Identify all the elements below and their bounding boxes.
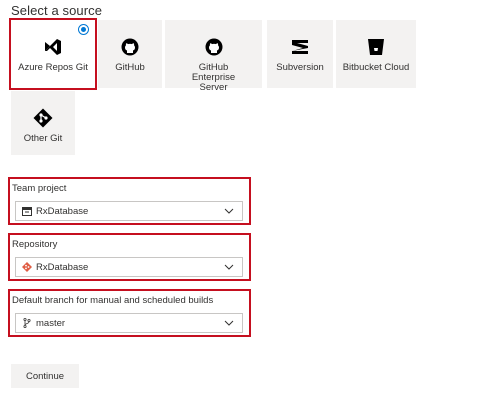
- source-tile-subversion[interactable]: Subversion: [267, 20, 333, 88]
- branch-icon: [22, 318, 32, 328]
- azure-repos-icon: [11, 37, 95, 57]
- git-repo-icon: [22, 262, 32, 272]
- source-tile-label: Azure Repos Git: [18, 62, 88, 73]
- chevron-down-icon: [224, 208, 234, 214]
- source-tile-label: Bitbucket Cloud: [342, 62, 410, 73]
- team-project-label: Team project: [12, 183, 67, 194]
- source-tile-azure-repos-git[interactable]: Azure Repos Git: [11, 20, 95, 88]
- source-tile-github-enterprise[interactable]: GitHub Enterprise Server: [165, 20, 262, 93]
- team-project-value: RxDatabase: [36, 206, 89, 217]
- selected-radio-indicator: [78, 24, 89, 35]
- branch-dropdown[interactable]: master: [15, 313, 243, 333]
- source-tile-bitbucket-cloud[interactable]: Bitbucket Cloud: [336, 20, 416, 88]
- source-tile-other-git[interactable]: Other Git: [11, 91, 75, 155]
- source-tile-label: GitHub: [115, 62, 145, 73]
- repository-label: Repository: [12, 239, 58, 250]
- continue-button[interactable]: Continue: [11, 364, 79, 388]
- team-project-field: Team project RxDatabase: [8, 177, 251, 225]
- source-tile-label: Other Git: [23, 133, 63, 144]
- repository-dropdown[interactable]: RxDatabase: [15, 257, 243, 277]
- chevron-down-icon: [224, 264, 234, 270]
- branch-value: master: [36, 318, 66, 329]
- team-project-dropdown[interactable]: RxDatabase: [15, 201, 243, 221]
- repository-value: RxDatabase: [36, 262, 89, 273]
- chevron-down-icon: [224, 320, 234, 326]
- source-tile-github[interactable]: GitHub: [98, 20, 162, 88]
- github-icon: [98, 37, 162, 57]
- github-enterprise-icon: [165, 37, 262, 57]
- page-heading: Select a source: [11, 3, 103, 18]
- branch-field: Default branch for manual and scheduled …: [8, 289, 251, 337]
- source-tile-label: Subversion: [276, 62, 324, 73]
- repository-field: Repository RxDatabase: [8, 233, 251, 281]
- bitbucket-icon: [336, 37, 416, 57]
- branch-label: Default branch for manual and scheduled …: [12, 295, 214, 306]
- source-tile-label: GitHub Enterprise Server: [191, 62, 236, 93]
- subversion-icon: [267, 37, 333, 57]
- other-git-icon: [11, 108, 75, 128]
- project-icon: [22, 206, 32, 216]
